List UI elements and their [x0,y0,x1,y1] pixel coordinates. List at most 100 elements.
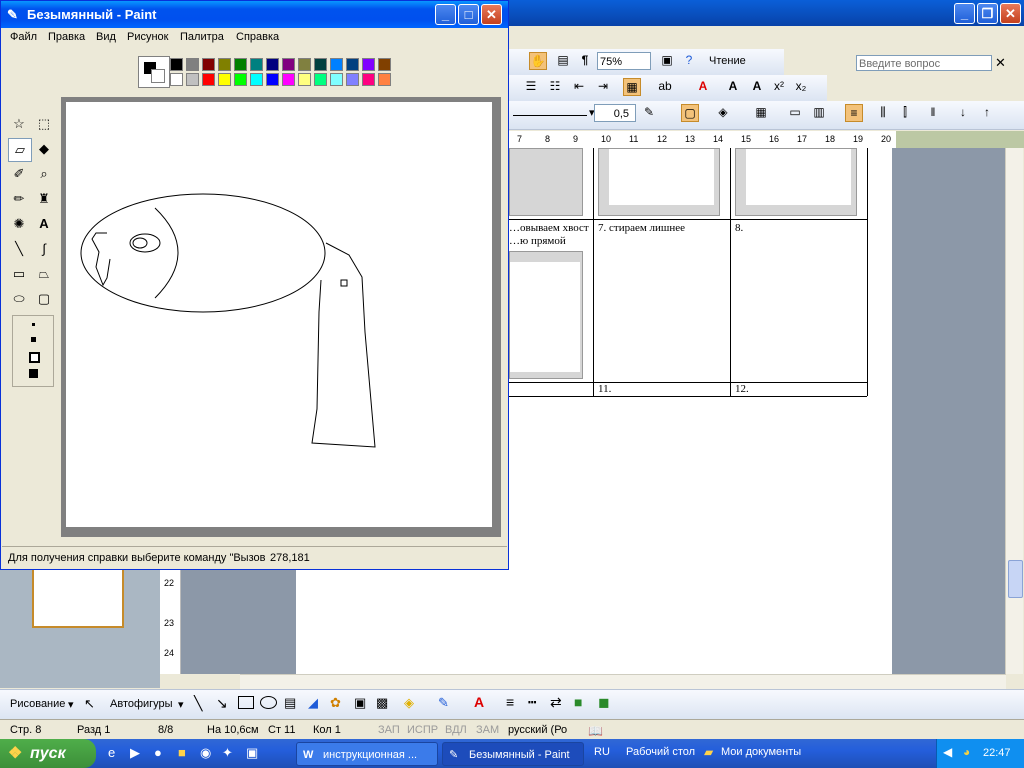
ellipse-icon[interactable]: ⬭ [8,288,30,310]
palette-swatch-bottom-9[interactable] [314,73,327,86]
palette-swatch-top-9[interactable] [314,58,327,71]
numbering-icon[interactable]: ☰ [523,78,539,94]
palette-swatch-top-2[interactable] [202,58,215,71]
quicklaunch-icon-6[interactable]: ✦ [222,745,233,761]
word-restore-button[interactable]: ❐ [977,3,998,24]
palette-swatch-top-13[interactable] [378,58,391,71]
palette-swatch-top-0[interactable] [170,58,183,71]
fill-color-icon[interactable]: ◈ [404,695,414,711]
read-icon[interactable]: ▣ [659,52,675,68]
menu-file[interactable]: Файл [10,31,37,43]
palette-swatch-bottom-7[interactable] [282,73,295,86]
line-draw-icon[interactable]: ╲ [194,695,202,712]
clock[interactable]: 22:47 [983,747,1011,759]
clipart-icon[interactable]: ▣ [354,695,366,711]
palette-swatch-bottom-4[interactable] [234,73,247,86]
highlight-icon[interactable]: ab [657,78,673,94]
bullets-icon[interactable]: ☷ [547,78,563,94]
menu-image[interactable]: Рисунок [127,31,169,43]
border-icon[interactable]: ▦ [623,78,641,96]
palette-swatch-bottom-1[interactable] [186,73,199,86]
border-color-icon[interactable]: ✎ [641,104,657,120]
background-color[interactable] [151,69,165,83]
my-documents-toolbar[interactable]: Мои документы [721,746,801,758]
help-icon[interactable]: ? [681,52,697,68]
pencil-icon[interactable]: ✏ [8,188,30,210]
autoformat-icon[interactable]: ‖ [925,104,941,120]
tray-expand-icon[interactable]: ◀ [943,745,952,759]
menu-edit[interactable]: Правка [48,31,85,43]
airbrush-icon[interactable]: ✺ [8,213,30,235]
oval-draw-icon[interactable] [260,696,277,709]
dash-style-icon[interactable]: ┅ [528,694,536,711]
quicklaunch-icon-7[interactable]: ▣ [246,745,258,761]
status-rec[interactable]: ЗАП [378,724,400,736]
picture-icon[interactable]: ▩ [376,695,388,711]
palette-swatch-top-8[interactable] [298,58,311,71]
rect-select-icon[interactable]: ⬚ [33,113,55,135]
palette-swatch-bottom-13[interactable] [378,73,391,86]
spelling-status-icon[interactable]: 📖 [588,724,603,738]
font-color-draw-icon[interactable]: A [474,694,484,710]
palette-swatch-bottom-5[interactable] [250,73,263,86]
size-1[interactable] [32,323,35,326]
quicklaunch-icon-3[interactable]: ● [154,745,162,760]
decrease-indent-icon[interactable]: ⇤ [571,78,587,94]
sort-desc-icon[interactable]: ↑ [979,104,995,120]
scroll-thumb[interactable] [1008,560,1023,598]
align-icon[interactable]: ≡ [845,104,863,122]
menu-help[interactable]: Справка [236,31,279,43]
subscript-icon[interactable]: x₂ [793,78,809,94]
increase-indent-icon[interactable]: ⇥ [595,78,611,94]
close-doc-icon[interactable]: ✕ [995,55,1006,71]
size-3[interactable] [29,352,40,363]
rectangle-icon[interactable]: ▭ [8,263,30,285]
status-ovr[interactable]: ЗАМ [476,724,499,736]
reading-button[interactable]: Чтение [709,52,746,70]
word-minimize-button[interactable]: _ [954,3,975,24]
palette-swatch-bottom-3[interactable] [218,73,231,86]
palette-swatch-top-1[interactable] [186,58,199,71]
desktop-toolbar[interactable]: Рабочий стол [626,746,695,758]
shadow-icon[interactable]: ■ [574,694,582,710]
palette-swatch-top-3[interactable] [218,58,231,71]
status-ext[interactable]: ВДЛ [445,724,467,736]
fill-icon[interactable]: ◆ [33,138,55,160]
palette-swatch-bottom-10[interactable] [330,73,343,86]
textbox-icon[interactable]: ▤ [284,695,296,711]
quicklaunch-icon-4[interactable]: ■ [178,745,186,760]
line-color-icon[interactable]: ✎ [438,695,449,711]
rounded-rect-icon[interactable]: ▢ [33,288,55,310]
current-colors[interactable] [138,56,170,88]
palette-swatch-bottom-0[interactable] [170,73,183,86]
palette-swatch-bottom-6[interactable] [266,73,279,86]
size-2[interactable] [31,337,36,342]
arrow-style-icon[interactable]: ⇄ [550,694,562,711]
shrink-font-icon[interactable]: A [749,78,765,94]
outside-border-icon[interactable]: ▢ [681,104,699,122]
eraser-icon[interactable]: ▱ [8,138,32,162]
paint-minimize-button[interactable]: _ [435,4,456,25]
tray-app-icon[interactable]: ◕ [963,745,970,759]
3d-icon[interactable]: ◼ [598,694,610,711]
horizontal-ruler[interactable]: 7 8 9 10 11 12 13 14 15 16 17 18 19 20 [509,131,896,149]
horizontal-scrollbar[interactable] [240,674,1006,689]
palette-swatch-top-4[interactable] [234,58,247,71]
palette-swatch-bottom-11[interactable] [346,73,359,86]
draw-menu-button[interactable]: Рисование [10,698,65,710]
quicklaunch-icon-5[interactable]: ◉ [200,745,211,761]
text-icon[interactable]: A [33,213,55,235]
arrow-draw-icon[interactable]: ↘ [216,695,228,712]
menu-colors[interactable]: Палитра [180,31,224,43]
zoom-select[interactable]: 75% [597,52,651,70]
menu-view[interactable]: Вид [96,31,116,43]
diagram-icon[interactable]: ✿ [330,695,341,711]
paint-close-button[interactable]: ✕ [481,4,502,25]
palette-swatch-bottom-8[interactable] [298,73,311,86]
picker-icon[interactable]: ✐ [8,163,30,185]
step-image-8[interactable] [509,251,583,379]
sort-asc-icon[interactable]: ↓ [955,104,971,120]
split-cells-icon[interactable]: ▥ [811,104,827,120]
size-4[interactable] [29,369,38,378]
vertical-scrollbar[interactable] [1005,148,1023,674]
